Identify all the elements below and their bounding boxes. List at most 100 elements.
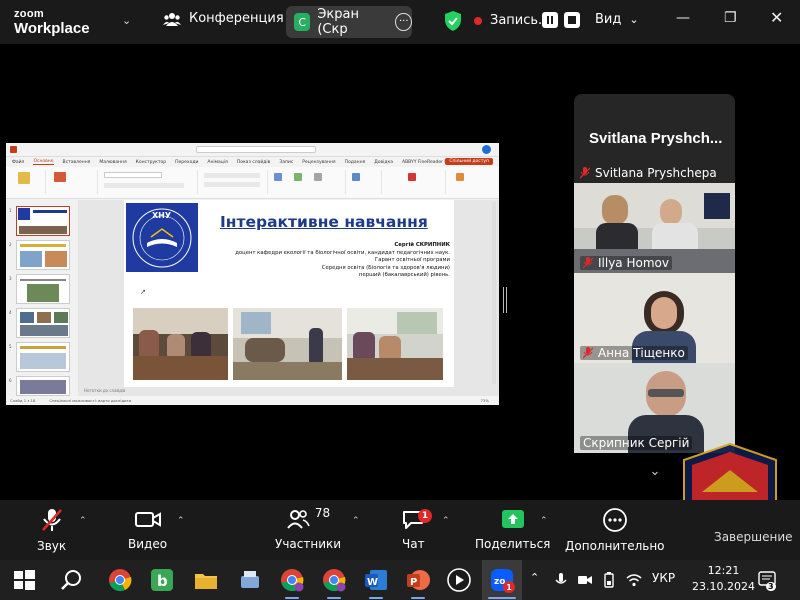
chrome-profile-icon[interactable] xyxy=(322,568,346,592)
windows-start-icon[interactable] xyxy=(12,568,36,592)
ribbon-tab-animations[interactable]: Анімація xyxy=(207,160,227,165)
mute-button[interactable]: Звук xyxy=(37,508,66,553)
ribbon-tab-slideshow[interactable]: Показ слайдів xyxy=(237,160,270,165)
minimize-window-button[interactable]: — xyxy=(676,10,690,26)
share-screen-button[interactable]: Поделиться xyxy=(475,508,550,551)
ribbon-tab-home[interactable]: Основне xyxy=(33,159,54,165)
chat-label: Чат xyxy=(402,537,425,551)
slide-thumbnail[interactable] xyxy=(16,206,70,236)
chrome-profile-icon[interactable] xyxy=(280,568,304,592)
slide-thumbnail[interactable] xyxy=(16,376,70,396)
slide-thumbnail[interactable] xyxy=(16,240,70,270)
ribbon-tab-help[interactable]: Довідка xyxy=(374,160,393,165)
conference-info-button[interactable]: Конференция xyxy=(163,11,284,26)
participants-gallery: Svitlana Pryshch... Svitlana Pryshchepa … xyxy=(574,94,735,453)
chrome-icon[interactable] xyxy=(108,568,132,592)
language-indicator[interactable]: УКР xyxy=(652,571,675,585)
pause-recording-button[interactable] xyxy=(542,12,558,28)
slide-scrollbar[interactable] xyxy=(492,202,496,384)
video-button[interactable]: Видео xyxy=(128,508,167,551)
running-indicator xyxy=(488,597,516,599)
participant-video-tile[interactable]: Illya Homov xyxy=(574,183,735,273)
powerpoint-icon[interactable]: P xyxy=(406,568,430,592)
powerpoint-search-box[interactable] xyxy=(196,146,316,153)
clock-time: 12:21 xyxy=(707,564,740,577)
chat-options-chevron-up-icon[interactable]: ⌃ xyxy=(442,516,450,526)
participant-tile-no-video[interactable]: Svitlana Pryshch... Svitlana Pryshchepa xyxy=(574,94,735,183)
shared-screen-powerpoint[interactable]: Файл Основне Вставлення Малювання Констр… xyxy=(6,143,499,405)
taskbar-clock[interactable]: 12:21 23.10.2024 xyxy=(692,563,755,595)
ribbon-tab-view[interactable]: Подання xyxy=(345,160,366,165)
new-slide-icon[interactable] xyxy=(54,172,66,182)
font-name-box[interactable] xyxy=(104,172,162,178)
alignment-buttons[interactable] xyxy=(204,182,260,187)
encryption-shield-icon[interactable] xyxy=(444,11,462,31)
arrange-icon[interactable] xyxy=(294,173,302,181)
ribbon-tab-record[interactable]: Запис xyxy=(279,160,293,165)
author-name: Сергій СКРИПНИК xyxy=(394,242,450,248)
share-tab-more-icon[interactable]: ··· xyxy=(395,13,413,31)
shapes-icon[interactable] xyxy=(274,173,282,181)
slide-thumbnail-pane[interactable]: 1 2 3 4 5 6 xyxy=(6,200,78,396)
ribbon-tab-transitions[interactable]: Переходи xyxy=(175,160,198,165)
paragraph-buttons[interactable] xyxy=(204,173,260,178)
status-accessibility[interactable]: Спеціальні можливості: варто дослідити xyxy=(49,398,131,403)
slide-thumbnail[interactable] xyxy=(16,308,70,338)
screen-share-tab[interactable]: C Экран (Скр ··· xyxy=(286,6,413,38)
close-window-button[interactable]: ✕ xyxy=(770,8,783,27)
designer-icon[interactable] xyxy=(456,173,464,181)
video-options-chevron-up-icon[interactable]: ⌃ xyxy=(177,516,185,526)
status-zoom[interactable]: 73% xyxy=(481,398,489,403)
wifi-icon[interactable] xyxy=(626,573,642,587)
stop-recording-button[interactable] xyxy=(564,12,580,28)
more-button[interactable]: Дополнительно xyxy=(565,508,665,553)
ribbon-tab-file[interactable]: Файл xyxy=(12,160,24,165)
scanner-app-icon[interactable] xyxy=(238,568,262,592)
app-b-icon[interactable]: b xyxy=(150,568,174,592)
ribbon-tab-design[interactable]: Конструктор xyxy=(136,160,166,165)
file-explorer-icon[interactable] xyxy=(194,568,218,592)
participants-count: 78 xyxy=(314,506,331,520)
powerpoint-title-bar xyxy=(6,143,499,157)
meeting-top-bar: zoom Workplace ⌄ Конференция C Экран (Ск… xyxy=(0,0,800,44)
view-label: Вид xyxy=(595,12,622,27)
user-avatar[interactable] xyxy=(482,145,491,154)
author-line: доцент кафедри екології та біологічної о… xyxy=(235,249,450,256)
classroom-photo xyxy=(233,308,342,380)
microphone-icon[interactable] xyxy=(555,572,567,588)
font-format-buttons[interactable] xyxy=(104,183,184,188)
tray-overflow-chevron-up-icon[interactable]: ⌃ xyxy=(530,571,539,584)
app-menu-chevron-down-icon[interactable]: ⌄ xyxy=(122,14,131,27)
word-icon[interactable]: W xyxy=(364,568,388,592)
participants-button[interactable]: 78 Участники xyxy=(275,506,341,551)
windows-taskbar: b W P zo 1 ⌃ УКР 12:21 23.10.2024 3 xyxy=(0,560,800,600)
battery-icon[interactable] xyxy=(602,572,616,588)
paste-icon[interactable] xyxy=(18,172,30,184)
recording-indicator: Запись... xyxy=(474,13,550,28)
ribbon-tab-review[interactable]: Рецензування xyxy=(302,160,335,165)
slide-thumbnail[interactable] xyxy=(16,274,70,304)
quick-styles-icon[interactable] xyxy=(314,173,322,181)
ribbon-tab-draw[interactable]: Малювання xyxy=(99,160,126,165)
split-view-handle[interactable] xyxy=(503,287,506,313)
search-icon[interactable] xyxy=(60,568,84,592)
share-options-chevron-up-icon[interactable]: ⌃ xyxy=(540,516,548,526)
current-slide[interactable]: ХНУ Інтерактивне навчання Сергій СКРИПНИ… xyxy=(124,200,454,387)
participant-label: Illya Homov xyxy=(580,256,672,270)
view-menu-button[interactable]: Вид ⌄ xyxy=(595,12,639,27)
conference-label: Конференция xyxy=(189,11,284,26)
audio-options-chevron-up-icon[interactable]: ⌃ xyxy=(79,516,87,526)
end-meeting-button[interactable]: Завершение xyxy=(714,530,793,544)
slide-thumbnail[interactable] xyxy=(16,342,70,372)
ribbon-group-paragraph xyxy=(200,170,268,194)
participants-options-chevron-up-icon[interactable]: ⌃ xyxy=(352,516,360,526)
powerpoint-share-button[interactable]: Спільний доступ xyxy=(445,158,493,165)
camera-in-use-icon[interactable] xyxy=(578,573,592,587)
participant-video-tile[interactable]: Анна Тіщенко xyxy=(574,273,735,363)
find-icon[interactable] xyxy=(352,173,360,181)
slide-notes-area[interactable]: Нотатки до слайдів xyxy=(78,388,498,396)
maximize-window-button[interactable]: ❐ xyxy=(724,10,737,26)
adobe-pdf-icon[interactable] xyxy=(408,173,416,181)
media-player-icon[interactable] xyxy=(447,568,471,592)
ribbon-tab-insert[interactable]: Вставлення xyxy=(63,160,91,165)
